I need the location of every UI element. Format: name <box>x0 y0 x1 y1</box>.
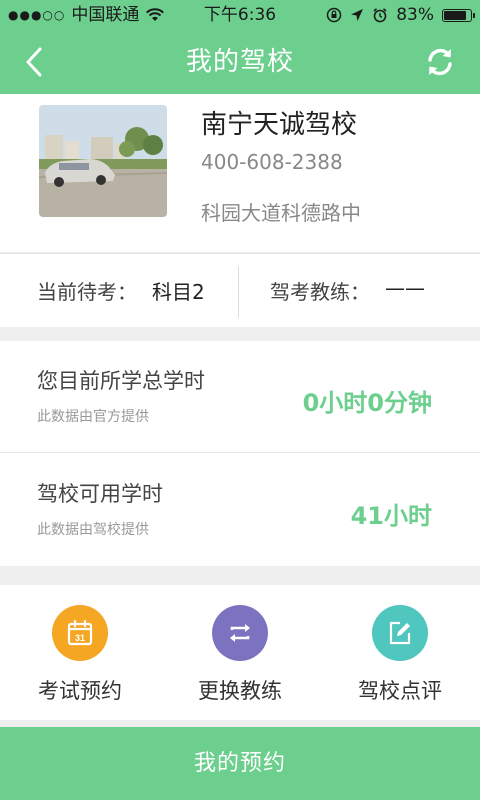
total-hours-note: 此数据由官方提供 <box>37 409 149 425</box>
total-hours-row: 您目前所学总学时 此数据由官方提供 0小时0分钟 <box>0 341 480 453</box>
calendar-day-text: 31 <box>75 633 85 643</box>
available-hours-title: 驾校可用学时 <box>37 482 163 506</box>
school-card[interactable]: 南宁天诚驾校 400-608-2388 科园大道科德路中 <box>0 94 480 252</box>
battery-icon <box>442 8 475 22</box>
status-right: 83% <box>326 0 475 30</box>
pending-exam-label: 当前待考： <box>37 280 137 304</box>
school-address: 科园大道科德路中 <box>201 201 361 225</box>
school-name: 南宁天诚驾校 <box>201 110 358 140</box>
change-coach-label: 更换教练 <box>198 679 282 703</box>
vertical-divider <box>238 266 239 318</box>
edit-icon <box>372 605 428 661</box>
pending-exam-value: 科目2 <box>152 280 205 304</box>
refresh-icon[interactable] <box>422 44 458 80</box>
exam-booking-button[interactable]: 31 考试预约 <box>0 585 160 720</box>
change-coach-button[interactable]: 更换教练 <box>160 585 320 720</box>
school-review-label: 驾校点评 <box>358 679 442 703</box>
nav-bar: 我的驾校 <box>0 30 480 94</box>
status-bar: ●●●○○ 中国联通 下午6:36 83% <box>0 0 480 30</box>
battery-percent: 83% <box>396 5 434 25</box>
swap-icon <box>212 605 268 661</box>
total-hours-title: 您目前所学总学时 <box>37 369 205 393</box>
my-appointments-button[interactable]: 我的预约 <box>0 727 480 800</box>
study-hours-card: 您目前所学总学时 此数据由官方提供 0小时0分钟 驾校可用学时 此数据由驾校提供… <box>0 341 480 566</box>
alarm-icon <box>373 8 387 23</box>
action-grid: 31 考试预约 更换教练 驾校点评 <box>0 585 480 720</box>
location-icon <box>351 9 364 21</box>
total-hours-value: 0小时0分钟 <box>302 389 432 417</box>
coach-value: —— <box>385 276 425 300</box>
school-photo <box>39 105 167 217</box>
rotation-lock-icon <box>326 7 342 23</box>
school-review-button[interactable]: 驾校点评 <box>320 585 480 720</box>
exam-booking-label: 考试预约 <box>38 679 122 703</box>
school-phone[interactable]: 400-608-2388 <box>201 150 343 174</box>
available-hours-row: 驾校可用学时 此数据由驾校提供 41小时 <box>0 454 480 566</box>
calendar-icon: 31 <box>52 605 108 661</box>
exam-info-row: 当前待考： 科目2 驾考教练： —— <box>0 253 480 327</box>
available-hours-note: 此数据由驾校提供 <box>37 522 149 538</box>
page-title: 我的驾校 <box>185 47 294 77</box>
available-hours-value: 41小时 <box>350 502 432 530</box>
coach-label: 驾考教练： <box>270 280 370 304</box>
